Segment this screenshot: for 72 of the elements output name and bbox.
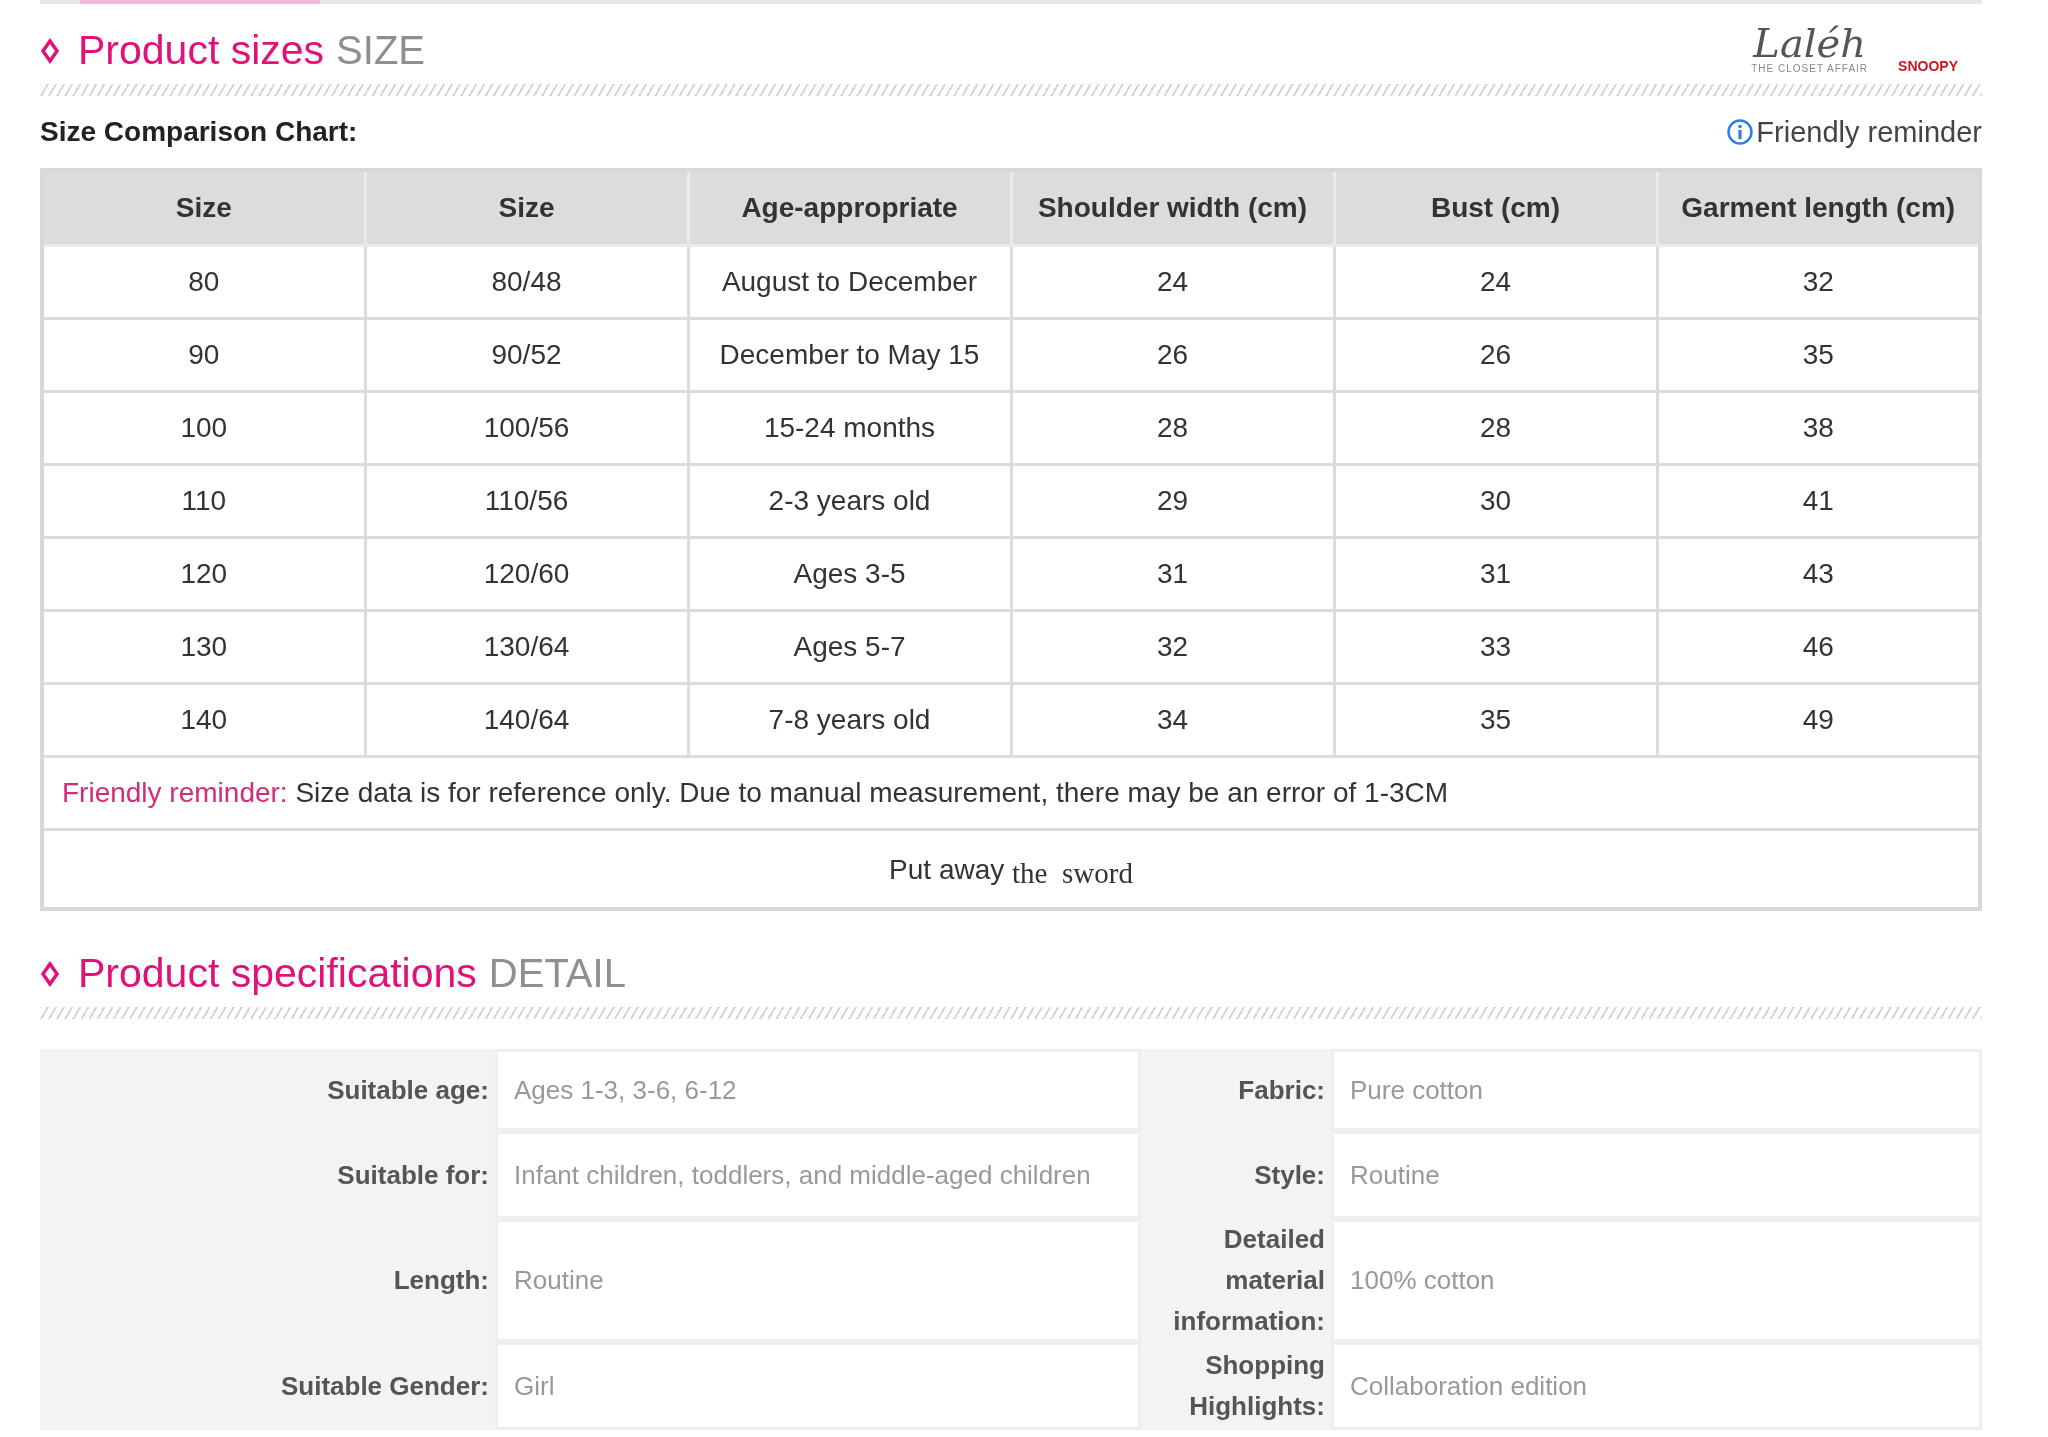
section-title: Product sizes	[78, 27, 325, 74]
table-cell: 110	[42, 464, 365, 538]
table-cell: Ages 3-5	[688, 537, 1011, 611]
footer-text: the sword	[1012, 856, 1133, 889]
spec-label: Style:	[1254, 1158, 1325, 1192]
size-note: Friendly reminder: Size data is for reference only. Due to manual measurement, there may be an error of 1-3CM	[62, 777, 1449, 808]
table-cell: 28	[1011, 391, 1334, 465]
table-cell: 90/52	[365, 318, 688, 392]
table-cell: 110/56	[365, 464, 688, 538]
table-cell: 35	[1334, 683, 1657, 757]
spec-value: Infant children, toddlers, and middle-aged children	[514, 1159, 1091, 1191]
table-cell: 130/64	[365, 610, 688, 684]
spec-label: Suitable Gender:	[280, 1369, 489, 1403]
footer-text: Put away	[889, 853, 1005, 885]
table-cell: 33	[1334, 610, 1657, 684]
table-cell: 100/56	[365, 391, 688, 465]
table-cell: 31	[1334, 537, 1657, 611]
brand-tagline: THE CLOSET AFFAIR	[1751, 63, 1869, 74]
table-cell: 120/60	[365, 537, 688, 611]
partner-logo: SNOOPY	[1898, 58, 1958, 74]
table-cell: 26	[1334, 318, 1657, 392]
table-cell: 34	[1011, 683, 1334, 757]
table-cell: August to December	[688, 245, 1011, 319]
section-title: Product specifications	[78, 950, 477, 997]
table-cell: 32	[1011, 610, 1334, 684]
column-header: Size	[365, 170, 688, 246]
spec-value: 100% cotton	[1350, 1265, 1495, 1296]
table-cell: 15-24 months	[688, 391, 1011, 465]
table-cell: 26	[1011, 318, 1334, 392]
diamond-icon	[40, 37, 60, 64]
table-cell: 120	[42, 537, 365, 611]
spec-value: Pure cotton	[1350, 1074, 1483, 1106]
table-cell: 28	[1334, 391, 1657, 465]
column-header: Bust (cm)	[1334, 170, 1657, 246]
section-subtitle: SIZE	[336, 28, 425, 73]
table-cell: 90	[42, 318, 365, 392]
spec-label: Detailed material information:	[1172, 1223, 1325, 1338]
table-cell: December to May 15	[688, 318, 1011, 392]
spec-label: Fabric:	[1238, 1073, 1325, 1107]
column-header: Size	[42, 170, 365, 246]
spec-label: Shopping Highlights:	[1188, 1349, 1325, 1423]
spec-label: Length:	[393, 1264, 489, 1297]
reminder-link[interactable]: Friendly reminder	[1756, 115, 1982, 149]
spec-value: Collaboration edition	[1350, 1370, 1588, 1402]
section-subtitle: DETAIL	[488, 951, 626, 996]
table-cell: 140	[42, 683, 365, 757]
table-cell: 29	[1011, 464, 1334, 538]
spec-label: Suitable age:	[327, 1073, 489, 1107]
table-cell: 2-3 years old	[688, 464, 1011, 538]
column-header: Shoulder width (cm)	[1011, 170, 1334, 246]
spec-label: Suitable for:	[337, 1158, 489, 1192]
spec-value: Ages 1-3, 3-6, 6-12	[514, 1074, 737, 1106]
table-cell: 80	[42, 245, 365, 319]
table-cell: 130	[42, 610, 365, 684]
table-cell: 7-8 years old	[688, 683, 1011, 757]
table-cell: 24	[1334, 245, 1657, 319]
info-icon	[1726, 118, 1755, 146]
table-cell: 140/64	[365, 683, 688, 757]
brand-logo: Laléh	[1753, 23, 1866, 63]
column-header: Age-appropriate	[688, 170, 1011, 246]
spec-value: Routine	[514, 1265, 604, 1296]
table-cell: 100	[42, 391, 365, 465]
table-cell: 30	[1334, 464, 1657, 538]
table-cell: 80/48	[365, 245, 688, 319]
table-cell: 31	[1011, 537, 1334, 611]
spec-value: Girl	[514, 1370, 555, 1402]
diamond-icon	[40, 960, 60, 987]
table-cell: 24	[1011, 245, 1334, 319]
column-header: Garment length (cm)	[1657, 170, 1980, 246]
chart-heading: Size Comparison Chart:	[40, 116, 358, 148]
spec-value: Routine	[1350, 1159, 1440, 1191]
table-cell: Ages 5-7	[688, 610, 1011, 684]
